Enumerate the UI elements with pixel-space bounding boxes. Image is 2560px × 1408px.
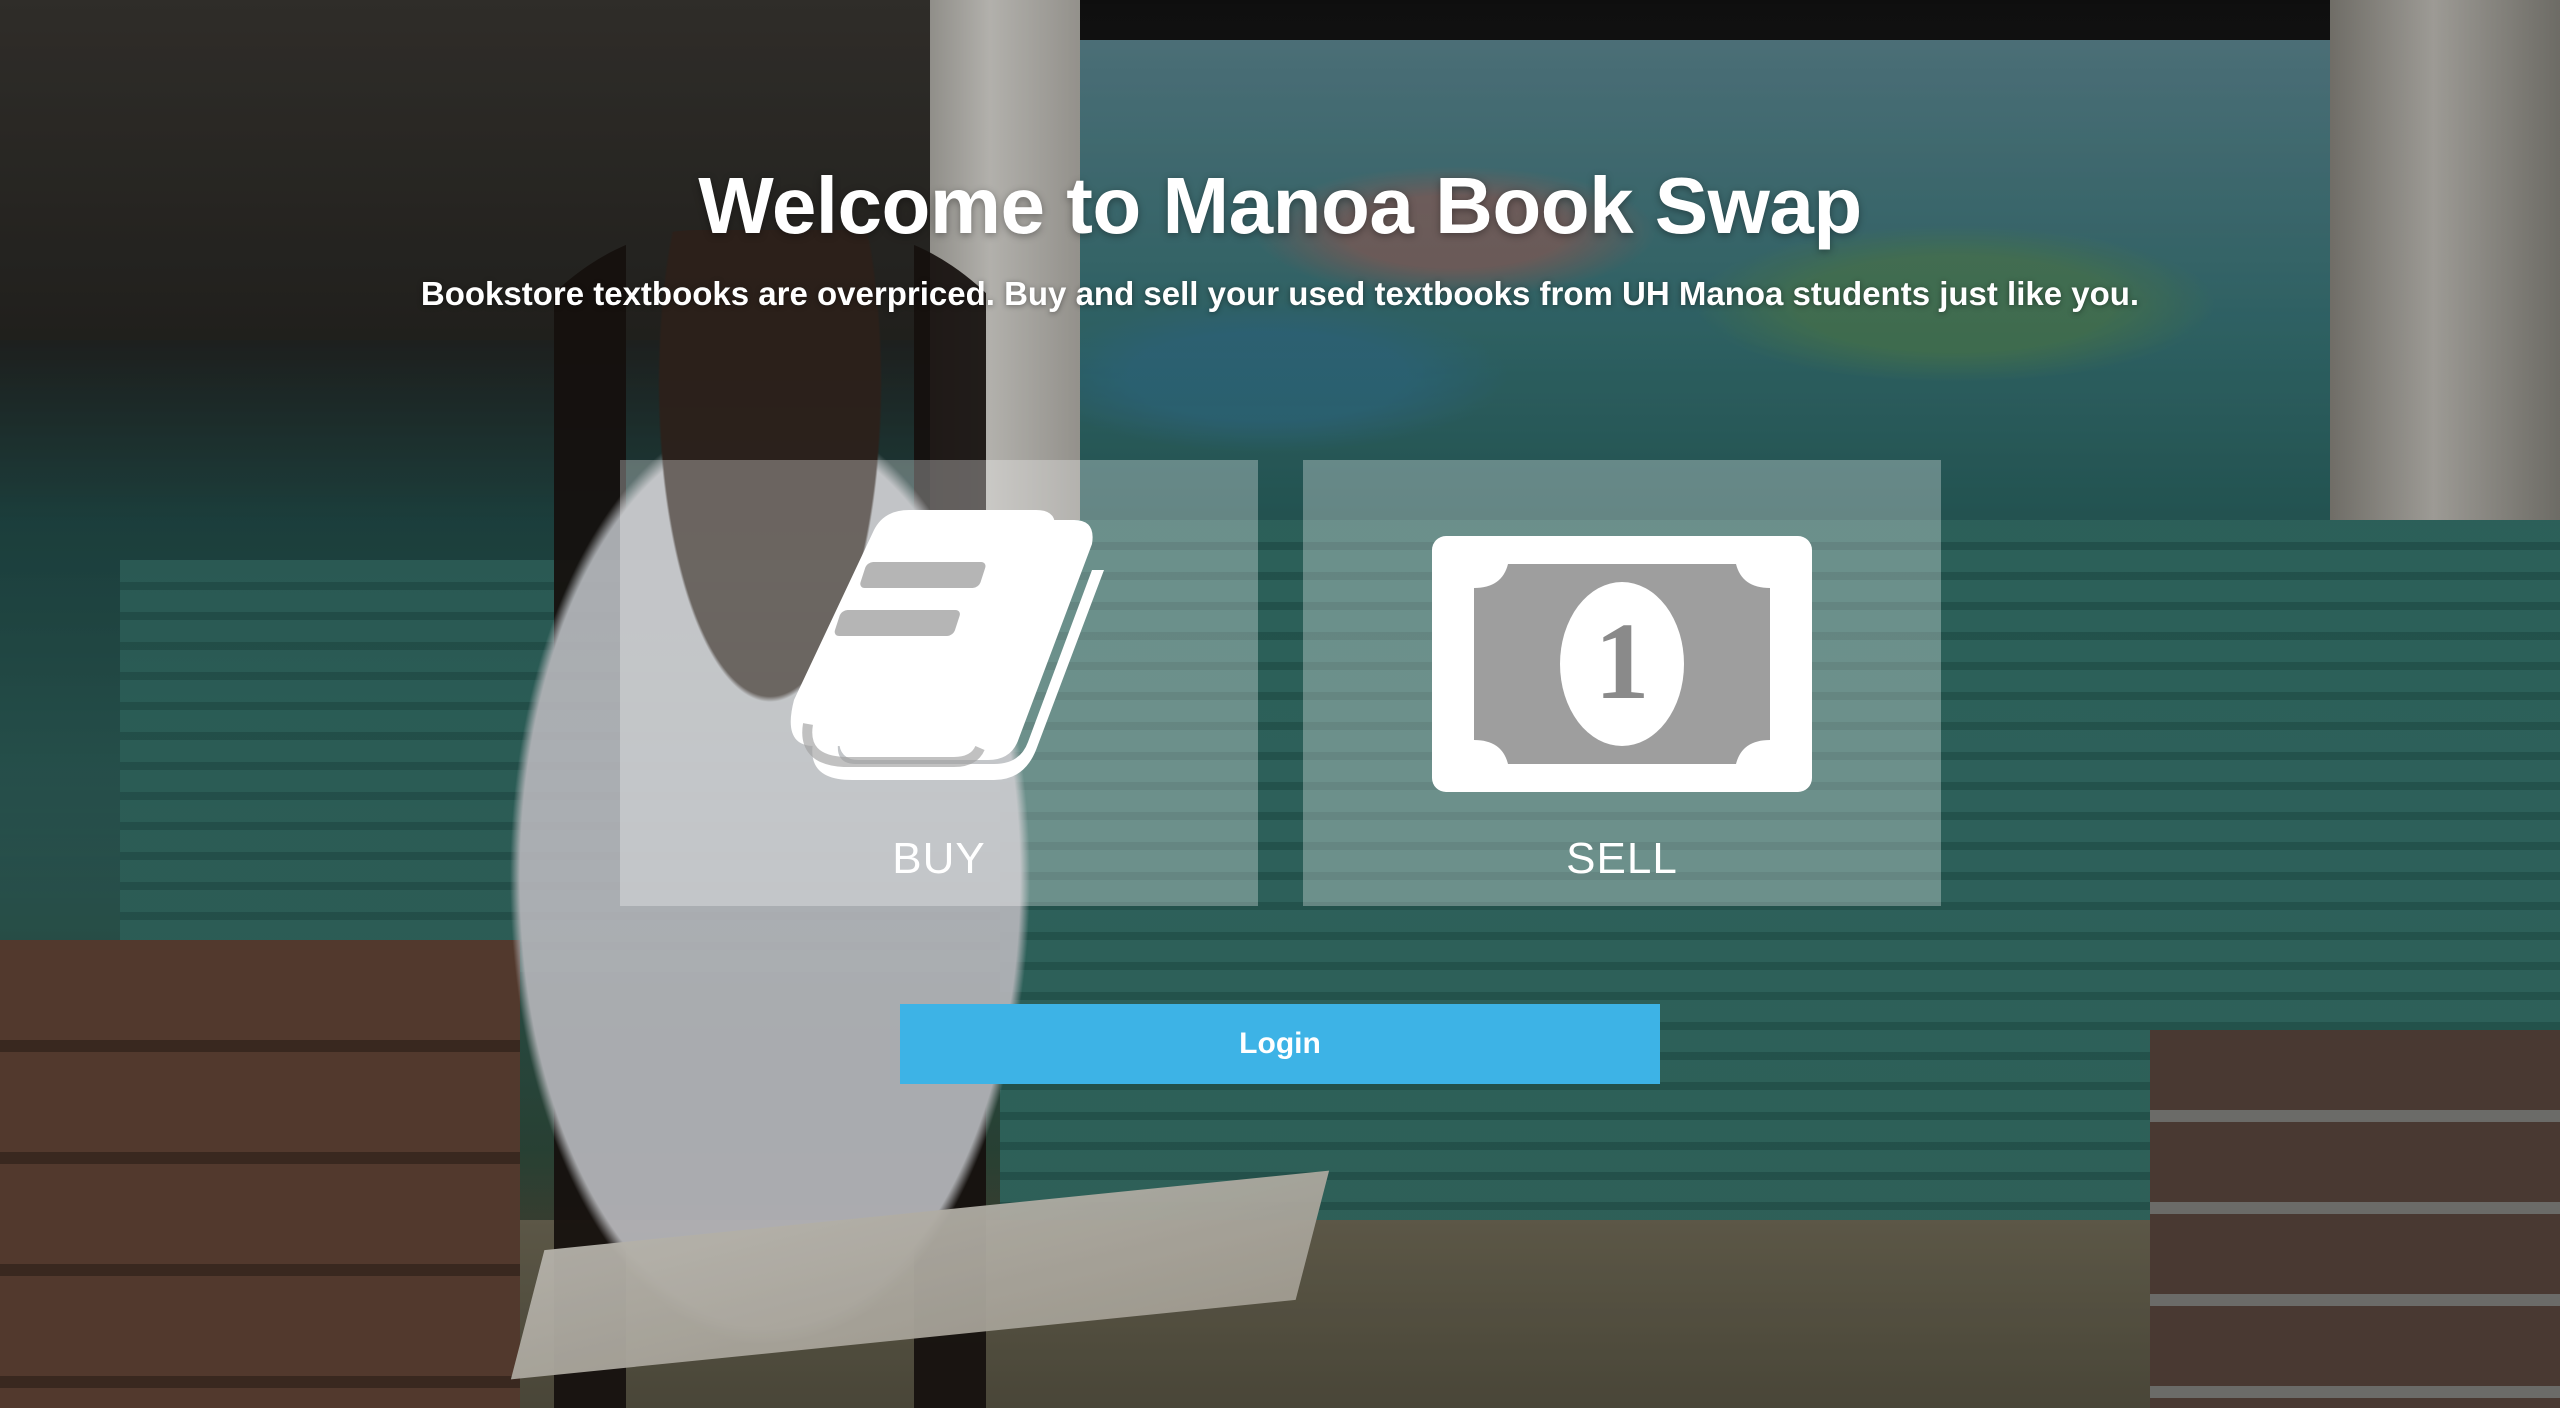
bill-value-text: 1 xyxy=(1595,600,1650,722)
page-subtitle: Bookstore textbooks are overpriced. Buy … xyxy=(420,275,2140,312)
login-button[interactable]: Login xyxy=(900,1004,1660,1084)
buy-label: BUY xyxy=(892,834,986,883)
sell-card[interactable]: 1 SELL xyxy=(1303,460,1941,906)
hero-section: Welcome to Manoa Book Swap Bookstore tex… xyxy=(0,0,2560,1408)
sell-label: SELL xyxy=(1566,834,1678,883)
dollar-bill-icon: 1 xyxy=(1432,536,1812,792)
buy-card[interactable]: BUY xyxy=(620,460,1258,906)
page-title: Welcome to Manoa Book Swap xyxy=(698,161,1862,250)
book-icon xyxy=(790,510,1104,780)
